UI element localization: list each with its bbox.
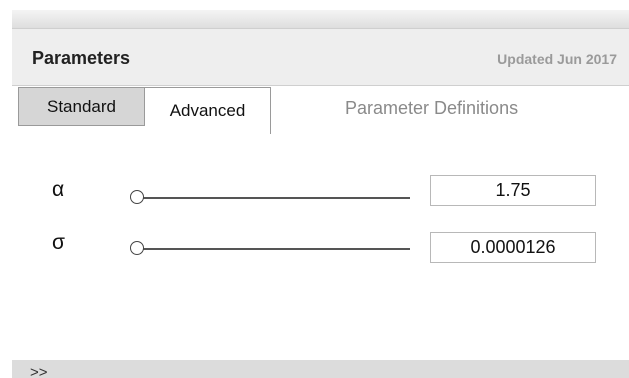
alpha-slider-track[interactable] (138, 197, 410, 199)
sigma-slider-track[interactable] (138, 248, 410, 250)
panel-footer: >> (12, 360, 629, 378)
sigma-slider[interactable] (130, 241, 410, 257)
sigma-symbol: σ (52, 231, 65, 254)
panel-header: Parameters Updated Jun 2017 (12, 28, 629, 86)
panel-title: Parameters (32, 48, 131, 68)
parameters-panel: Parameters Updated Jun 2017 Standard Adv… (12, 10, 629, 378)
tab-standard[interactable]: Standard (18, 87, 145, 126)
sigma-slider-handle[interactable] (130, 241, 144, 255)
updated-date: Updated Jun 2017 (497, 51, 617, 67)
alpha-slider[interactable] (130, 190, 410, 206)
panel-top-edge (12, 10, 629, 28)
tab-advanced[interactable]: Advanced (145, 87, 271, 134)
alpha-slider-handle[interactable] (130, 190, 144, 204)
tab-advanced-label: Advanced (169, 101, 246, 120)
sigma-value-field[interactable]: 0.0000126 (430, 232, 596, 263)
expand-toggle[interactable]: >> (30, 364, 48, 378)
tab-standard-label: Standard (47, 96, 116, 116)
parameter-definitions-link[interactable]: Parameter Definitions (345, 98, 518, 119)
alpha-symbol: α (52, 178, 65, 201)
alpha-value-field[interactable]: 1.75 (430, 175, 596, 206)
